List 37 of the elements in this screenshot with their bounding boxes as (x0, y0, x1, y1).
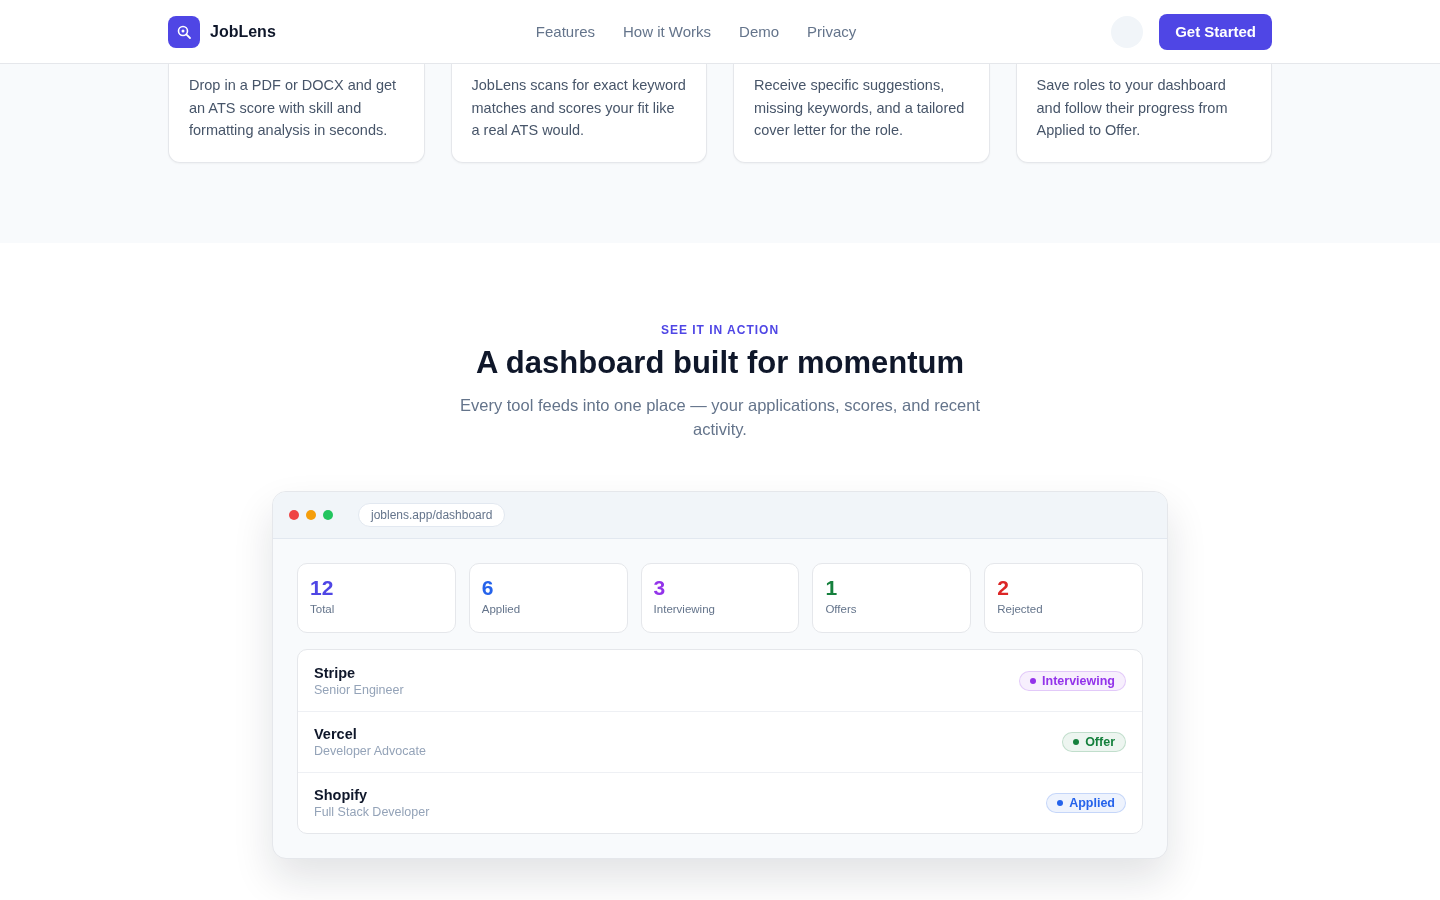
feature-description: Save roles to your dashboard and follow their progress from Applied to Offer. (1036, 76, 1229, 140)
feature-description: JobLens scans for exact keyword matches and scores your fit like a real ATS would. (471, 76, 686, 140)
stat-value: 1 (825, 576, 839, 600)
close-dot-icon (289, 510, 299, 520)
stat-value: 3 (653, 576, 667, 600)
company-name: Shopify (314, 787, 369, 803)
nav-link[interactable]: Demo (739, 23, 780, 40)
stat-value: 2 (997, 576, 1010, 600)
logo-icon[interactable] (168, 15, 200, 48)
feature-description: Drop in a PDF or DOCX and get an ATS score with skill and formatting analysis in seconds. (189, 76, 398, 140)
stat-label: Offers (825, 603, 858, 615)
nav-link[interactable]: How it Works (623, 23, 712, 40)
nav-link[interactable]: Privacy (807, 23, 857, 40)
get-started-button[interactable]: Get Started (1159, 13, 1272, 50)
brand-name[interactable]: JobLens (210, 22, 276, 41)
section-subtitle: Every tool feeds into one place — your applications, scores, and recent activity. (458, 395, 981, 440)
section-title: A dashboard built for momentum (476, 345, 964, 381)
job-role: Senior Engineer (314, 682, 404, 697)
stat-label: Applied (481, 603, 522, 615)
stat-value: 6 (481, 576, 495, 600)
minimize-dot-icon (306, 510, 316, 520)
address-field: joblens.app/dashboard (358, 503, 506, 527)
feature-description: Receive specific suggestions, missing keywords, and a tailored cover letter for the role. (754, 76, 966, 140)
status-tag: Interviewing (1019, 670, 1126, 691)
job-role: Developer Advocate (314, 744, 426, 758)
job-role: Full Stack Developer (314, 805, 430, 819)
stat-label: Interviewing (653, 603, 716, 615)
status-tag: Applied (1046, 793, 1126, 813)
company-name: Vercel (314, 726, 358, 742)
stat-label: Total (310, 603, 336, 615)
stat-value: 12 (310, 576, 335, 600)
maximize-dot-icon (323, 510, 333, 520)
nav-link[interactable]: Features (535, 23, 595, 40)
status-tag: Offer (1062, 732, 1126, 752)
section-eyebrow: SEE IT IN ACTION (660, 323, 780, 337)
company-name: Stripe (314, 664, 357, 681)
stat-label: Rejected (997, 603, 1044, 615)
